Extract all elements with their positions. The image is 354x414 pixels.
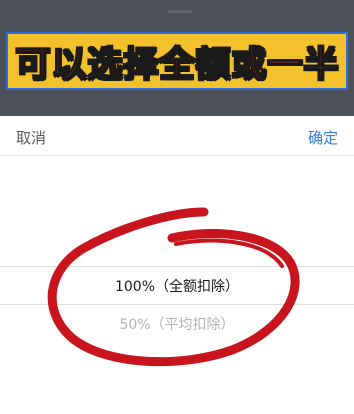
hint-bar xyxy=(168,10,192,13)
picker-sheet: 取消 确定 100%（全额扣除） 50%（平均扣除） xyxy=(0,116,354,414)
annotation-banner: 可以选择全额或一半 xyxy=(6,32,348,90)
picker-toolbar: 取消 确定 xyxy=(0,116,354,156)
deduction-picker[interactable]: 100%（全额扣除） 50%（平均扣除） xyxy=(0,156,354,414)
selection-line-bottom xyxy=(0,304,354,305)
banner-text: 可以选择全额或一半 xyxy=(14,44,339,86)
picker-option-half[interactable]: 50%（平均扣除） xyxy=(0,314,354,334)
picker-option-full[interactable]: 100%（全额扣除） xyxy=(0,276,354,296)
cancel-button[interactable]: 取消 xyxy=(16,127,46,148)
selection-line-top xyxy=(0,266,354,267)
confirm-button[interactable]: 确定 xyxy=(308,127,338,148)
dimmed-background[interactable]: 可以选择全额或一半 xyxy=(0,0,354,116)
